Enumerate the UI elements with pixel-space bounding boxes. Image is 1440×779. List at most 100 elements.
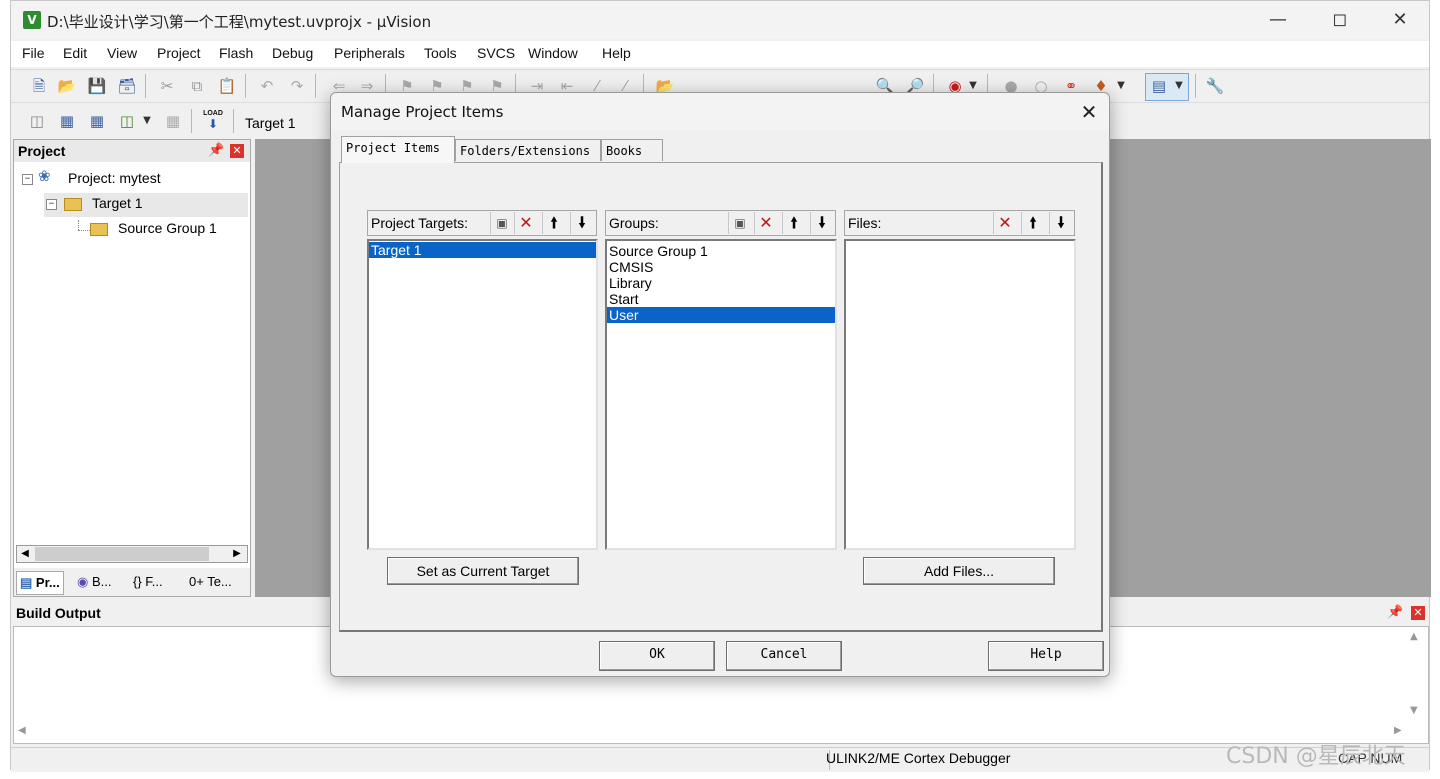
delete-file-icon[interactable]: ✕ [993,212,1016,234]
scrollbar-thumb[interactable] [35,547,209,561]
menu-peripherals[interactable]: Peripherals [334,45,405,61]
dialog-close-button[interactable]: ✕ [1075,99,1103,125]
redo-icon[interactable]: ↷ [287,76,307,96]
build-icon[interactable]: ▦ [57,111,77,131]
menu-svcs[interactable]: SVCS [477,45,515,61]
menu-help[interactable]: Help [602,45,631,61]
watermark: CSDN @星辰北天 [1226,744,1406,769]
menu-window[interactable]: Window [528,45,578,61]
tab-project[interactable]: ▤ Pr... [16,571,64,595]
cancel-button[interactable]: Cancel [726,641,842,671]
rebuild-icon[interactable]: ▦ [87,111,107,131]
new-target-icon[interactable]: ▣ [490,212,513,234]
chevron-down-icon[interactable]: ▼ [1111,76,1131,96]
open-folder-icon[interactable]: 📂 [57,76,77,96]
tab-templates[interactable]: 0+ Te... [186,571,235,593]
scroll-left-icon[interactable]: ◀ [18,725,26,736]
translate-icon[interactable]: ◫ [27,111,47,131]
group-list-item[interactable]: User [607,307,835,323]
scroll-right-icon[interactable]: ▶ [1394,725,1402,736]
tree-group-label[interactable]: Source Group 1 [118,220,217,236]
chevron-down-icon: ▼ [1175,80,1183,91]
scroll-down-icon[interactable]: ▼ [1410,705,1418,716]
targets-label: Project Targets: [371,215,469,231]
window-close-button[interactable]: ✕ [1371,1,1429,39]
menu-flash[interactable]: Flash [219,45,253,61]
tree-connector [78,230,90,232]
menu-tools[interactable]: Tools [424,45,457,61]
move-up-icon[interactable]: 🠙 [542,212,565,234]
scroll-right-icon[interactable]: ▶ [229,546,245,562]
toolbar-separator [1195,74,1196,98]
minimize-button[interactable]: — [1249,1,1307,39]
add-files-button[interactable]: Add Files... [863,557,1055,585]
group-list-item[interactable]: Library [607,275,835,291]
pin-icon[interactable]: 📌 [1387,605,1403,620]
tree-project-label[interactable]: Project: mytest [68,170,161,186]
tree-collapse-icon[interactable]: − [22,174,33,185]
scroll-left-icon[interactable]: ◀ [17,546,33,562]
delete-group-icon[interactable]: ✕ [754,212,777,234]
files-list[interactable] [844,239,1076,550]
project-panel-tabs: ▤ Pr... ◉ B... {} F... 0+ Te... [14,568,250,596]
tree-connector [78,220,80,230]
target-select[interactable]: Target 1 [245,115,296,131]
minimize-icon: — [1269,9,1287,30]
configure-icon[interactable]: 🔧 [1205,76,1225,96]
menu-project[interactable]: Project [157,45,201,61]
tab-books[interactable]: Books [601,139,663,161]
load-download-icon[interactable]: LOAD ⬇ [201,109,225,133]
move-down-icon[interactable]: 🠛 [570,212,593,234]
ok-label: OK [649,647,665,662]
group-list-item[interactable]: CMSIS [607,259,835,275]
project-horizontal-scrollbar[interactable]: ◀ ▶ [16,545,248,563]
move-down-icon[interactable]: 🠛 [1049,212,1072,234]
new-file-icon[interactable]: 🗎 [29,76,49,96]
save-all-icon[interactable]: 🗃 [117,76,137,96]
paste-icon[interactable]: 📋 [217,76,237,96]
menu-debug[interactable]: Debug [272,45,313,61]
target-list-item[interactable]: Target 1 [369,242,596,258]
menu-view[interactable]: View [107,45,137,61]
targets-list[interactable]: Target 1 [367,239,598,550]
undo-icon[interactable]: ↶ [257,76,277,96]
move-up-icon[interactable]: 🠙 [782,212,805,234]
project-tab-icon: ▤ [20,575,33,590]
new-group-icon[interactable]: ▣ [728,212,751,234]
tab-functions[interactable]: {} F... [130,571,166,593]
cut-icon[interactable]: ✂ [157,76,177,96]
panel-close-icon[interactable]: ✕ [230,144,244,158]
tab-project-items[interactable]: Project Items [341,136,455,163]
stop-build-icon[interactable]: ▦ [163,111,183,131]
batch-build-icon[interactable]: ◫ [117,111,137,131]
ok-button[interactable]: OK [599,641,715,671]
toolbar-separator [315,74,316,98]
tree-target-label[interactable]: Target 1 [92,195,143,211]
title-bar: V D:\毕业设计\学习\第一个工程\mytest.uvprojx - µVis… [11,1,1429,39]
targets-header: Project Targets: ▣ ✕ 🠙 🠛 [367,210,597,236]
set-current-target-button[interactable]: Set as Current Target [387,557,579,585]
close-icon: ✕ [1392,9,1408,30]
pin-icon[interactable]: 📌 [208,143,224,158]
maximize-button[interactable]: ◻ [1311,1,1369,39]
tab-books[interactable]: ◉ B... [74,571,114,593]
help-button[interactable]: Help [988,641,1104,671]
set-current-target-label: Set as Current Target [416,563,550,579]
delete-target-icon[interactable]: ✕ [514,212,537,234]
chevron-down-icon[interactable]: ▼ [137,111,157,131]
scroll-up-icon[interactable]: ▲ [1410,631,1418,642]
move-down-icon[interactable]: 🠛 [810,212,833,234]
save-icon[interactable]: 💾 [87,76,107,96]
group-list-item[interactable]: Start [607,291,835,307]
move-up-icon[interactable]: 🠙 [1021,212,1044,234]
copy-icon[interactable]: ⧉ [187,76,207,96]
tree-collapse-icon[interactable]: − [46,199,57,210]
group-list-item[interactable]: Source Group 1 [607,243,835,259]
project-panel: Project 📌 ✕ − ❀ Project: mytest − Target… [13,139,251,597]
panel-close-icon[interactable]: ✕ [1411,606,1425,620]
groups-list[interactable]: Source Group 1 CMSIS Library Start User [605,239,837,550]
menu-file[interactable]: File [22,45,45,61]
books-tab-icon: ◉ [77,574,89,589]
tab-folders-extensions[interactable]: Folders/Extensions [455,139,601,161]
menu-edit[interactable]: Edit [63,45,87,61]
